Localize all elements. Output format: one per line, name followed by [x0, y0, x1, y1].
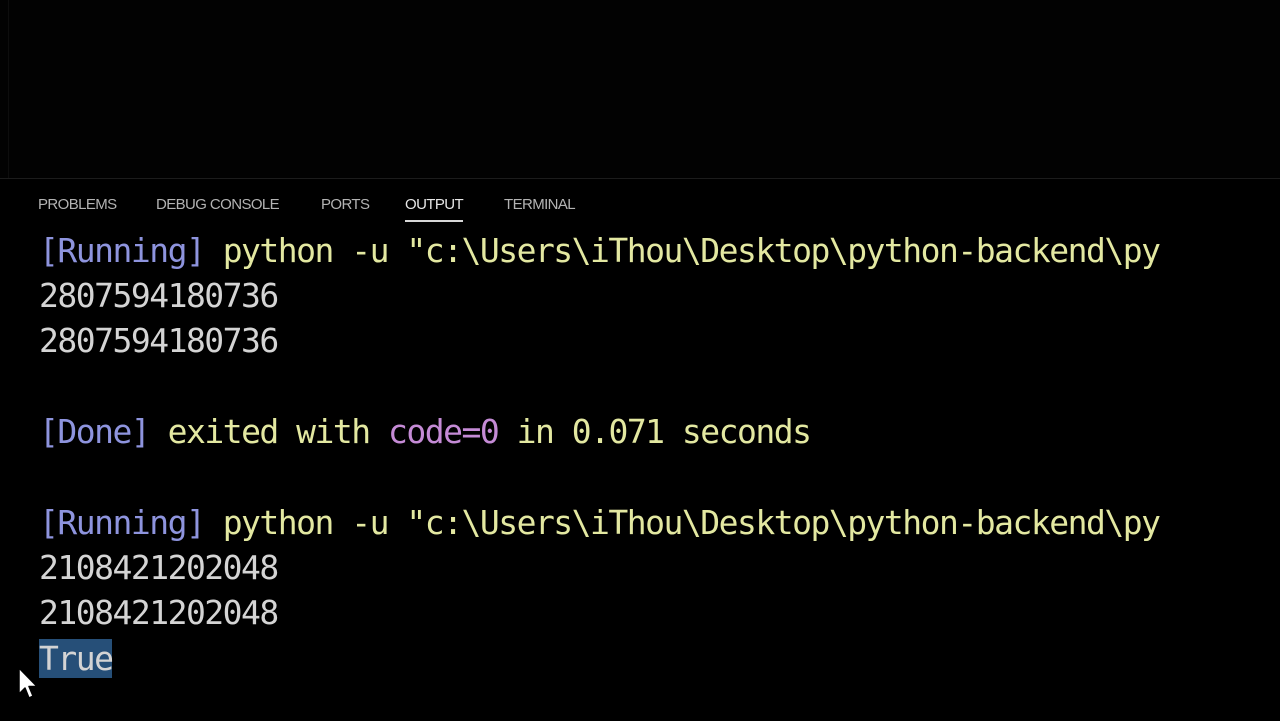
done-text-1: exited with	[167, 412, 372, 451]
output-line: 2108421202048	[39, 548, 279, 587]
bottom-panel: PROBLEMS DEBUG CONSOLE PORTS OUTPUT TERM…	[0, 178, 1280, 721]
output-content[interactable]: [Running] python -u "c:\Users\iThou\Desk…	[0, 179, 1280, 721]
editor-area[interactable]	[0, 0, 1280, 178]
mouse-pointer-icon	[18, 667, 38, 699]
run-command: python -u "c:\Users\iThou\Desktop\python…	[222, 231, 1161, 270]
done-text-2: in 0.071 seconds	[516, 412, 812, 451]
running-tag: [Running]	[39, 503, 206, 542]
selected-text[interactable]: True	[39, 639, 114, 678]
output-line: 2807594180736	[39, 321, 279, 360]
done-tag: [Done]	[39, 412, 151, 451]
exit-code: code=0	[388, 412, 500, 451]
output-line-running-1: [Running] python -u "c:\Users\iThou\Desk…	[39, 229, 1161, 273]
output-line-running-2: [Running] python -u "c:\Users\iThou\Desk…	[39, 501, 1161, 545]
editor-edge	[8, 0, 9, 178]
output-line-done: [Done] exited with code=0 in 0.071 secon…	[39, 410, 812, 454]
output-line: 2108421202048	[39, 593, 279, 632]
run-command: python -u "c:\Users\iThou\Desktop\python…	[222, 503, 1161, 542]
output-line-result: True	[39, 637, 114, 681]
running-tag: [Running]	[39, 231, 206, 270]
output-line: 2807594180736	[39, 276, 279, 315]
